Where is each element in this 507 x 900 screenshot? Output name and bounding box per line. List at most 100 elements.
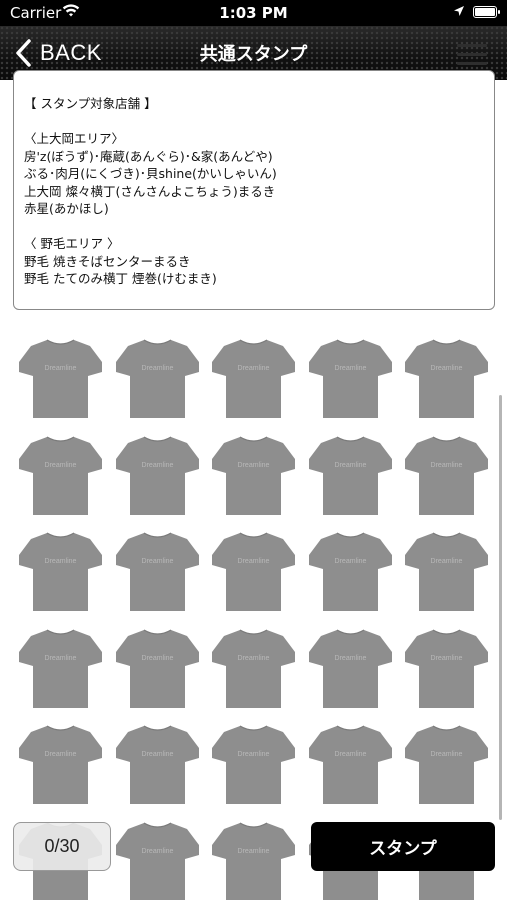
svg-text:Dreamline: Dreamline [334, 751, 366, 758]
tshirt-stamp-icon: Dreamline [212, 339, 295, 418]
svg-text:Dreamline: Dreamline [141, 462, 173, 469]
page-title: 共通スタンプ [199, 44, 308, 65]
battery-icon [473, 6, 500, 18]
stamp-slot: Dreamline [115, 336, 200, 422]
tshirt-stamp-icon: Dreamline [212, 628, 295, 708]
svg-text:Dreamline: Dreamline [141, 848, 173, 855]
tshirt-stamp-icon: Dreamline [308, 532, 392, 611]
stamp-slot: Dreamline [18, 529, 103, 615]
svg-text:Dreamline: Dreamline [238, 751, 270, 758]
stamp-slot: Dreamline [115, 819, 200, 900]
svg-text:Dreamline: Dreamline [45, 558, 77, 565]
stamp-slot: Dreamline [211, 433, 296, 519]
tshirt-stamp-icon: Dreamline [19, 339, 102, 418]
svg-text:Dreamline: Dreamline [238, 655, 270, 662]
svg-text:Dreamline: Dreamline [431, 558, 463, 565]
tshirt-stamp-icon: Dreamline [19, 628, 102, 708]
svg-text:Dreamline: Dreamline [431, 655, 463, 662]
svg-text:Dreamline: Dreamline [334, 655, 366, 662]
tshirt-stamp-icon: Dreamline [405, 532, 488, 611]
tshirt-stamp-icon: Dreamline [405, 339, 488, 418]
svg-text:Dreamline: Dreamline [45, 462, 77, 469]
stamp-slot: Dreamline [404, 626, 489, 712]
tshirt-stamp-icon: Dreamline [212, 725, 295, 804]
info-line: 〈上大岡エリア〉 [24, 131, 125, 146]
stamp-slot: Dreamline [211, 529, 296, 615]
stamp-counter: 0/30 [13, 822, 111, 871]
svg-text:Dreamline: Dreamline [238, 558, 270, 565]
stamp-slot: Dreamline [18, 722, 103, 808]
store-info-panel: 【 スタンプ対象店舗 】〈上大岡エリア〉房'z(ぼうず)･庵蔵(あんぐら)･&家… [13, 70, 495, 310]
svg-text:Dreamline: Dreamline [431, 751, 463, 758]
tshirt-stamp-icon: Dreamline [115, 435, 199, 515]
stamp-button[interactable]: スタンプ [311, 822, 495, 871]
stamp-slot: Dreamline [18, 336, 103, 422]
tshirt-stamp-icon: Dreamline [308, 725, 392, 804]
svg-text:Dreamline: Dreamline [334, 558, 366, 565]
info-line: 【 スタンプ対象店舗 】 [24, 96, 157, 111]
tshirt-stamp-icon: Dreamline [405, 628, 488, 708]
tshirt-stamp-icon: Dreamline [19, 435, 102, 515]
tshirt-stamp-icon: Dreamline [308, 339, 392, 418]
tshirt-stamp-icon: Dreamline [405, 435, 488, 515]
svg-text:Dreamline: Dreamline [45, 655, 77, 662]
svg-text:Dreamline: Dreamline [141, 558, 173, 565]
stamp-slot: Dreamline [404, 529, 489, 615]
svg-text:Dreamline: Dreamline [431, 462, 463, 469]
stamp-slot: Dreamline [115, 529, 200, 615]
svg-text:Dreamline: Dreamline [238, 462, 270, 469]
status-bar: Carrier 1:03 PM [0, 0, 507, 26]
tshirt-stamp-icon: Dreamline [212, 532, 295, 611]
stamp-slot: Dreamline [18, 433, 103, 519]
menu-icon[interactable] [457, 44, 487, 66]
info-line: 上大岡 燦々横丁(さんさんよこちょう)まるき [24, 183, 276, 199]
stamp-slot: Dreamline [308, 529, 393, 615]
svg-text:Dreamline: Dreamline [431, 365, 463, 372]
tshirt-stamp-icon: Dreamline [19, 532, 102, 611]
stamp-slot: Dreamline [404, 336, 489, 422]
stamp-slot: Dreamline [308, 336, 393, 422]
info-line: 野毛 たてのみ横丁 煙巻(けむまき) [24, 271, 217, 286]
svg-text:Dreamline: Dreamline [141, 655, 173, 662]
tshirt-stamp-icon: Dreamline [115, 532, 199, 611]
stamp-slot: Dreamline [308, 722, 393, 808]
svg-text:Dreamline: Dreamline [45, 365, 77, 372]
tshirt-stamp-icon: Dreamline [115, 339, 199, 418]
stamp-slot: Dreamline [308, 433, 393, 519]
stamp-slot: Dreamline [404, 722, 489, 808]
svg-text:Dreamline: Dreamline [334, 462, 366, 469]
stamp-slot: Dreamline [115, 626, 200, 712]
info-line: 野毛 焼きそばセンターまるき [24, 253, 191, 269]
stamp-slot: Dreamline [211, 336, 296, 422]
info-line: ぶる･肉月(にくづき)･貝shine(かいしゃいん) [24, 166, 277, 181]
svg-text:Dreamline: Dreamline [45, 751, 77, 758]
tshirt-stamp-icon: Dreamline [212, 435, 295, 515]
info-line: 〈 野毛エリア 〉 [24, 236, 120, 251]
svg-text:Dreamline: Dreamline [238, 365, 270, 372]
stamp-slot: Dreamline [211, 819, 296, 900]
scrollbar[interactable] [499, 395, 502, 820]
tshirt-stamp-icon: Dreamline [308, 435, 392, 515]
tshirt-stamp-icon: Dreamline [115, 628, 199, 708]
stamp-slot: Dreamline [115, 433, 200, 519]
stamp-slot: Dreamline [404, 433, 489, 519]
tshirt-stamp-icon: Dreamline [115, 821, 199, 900]
svg-text:Dreamline: Dreamline [238, 848, 270, 855]
svg-text:Dreamline: Dreamline [141, 365, 173, 372]
location-arrow-icon [454, 6, 464, 16]
stamp-slot: Dreamline [18, 626, 103, 712]
tshirt-stamp-icon: Dreamline [115, 725, 199, 804]
stamp-slot: Dreamline [308, 626, 393, 712]
stamp-slot: Dreamline [115, 722, 200, 808]
info-line: 赤星(あかほし) [24, 201, 109, 216]
stamp-slot: Dreamline [211, 722, 296, 808]
tshirt-stamp-icon: Dreamline [212, 821, 295, 900]
tshirt-stamp-icon: Dreamline [405, 725, 488, 804]
svg-text:Dreamline: Dreamline [141, 751, 173, 758]
stamp-slot: Dreamline [211, 626, 296, 712]
tshirt-stamp-icon: Dreamline [19, 725, 102, 804]
svg-text:Dreamline: Dreamline [334, 365, 366, 372]
info-line: 房'z(ぼうず)･庵蔵(あんぐら)･&家(あんどや) [24, 148, 273, 164]
